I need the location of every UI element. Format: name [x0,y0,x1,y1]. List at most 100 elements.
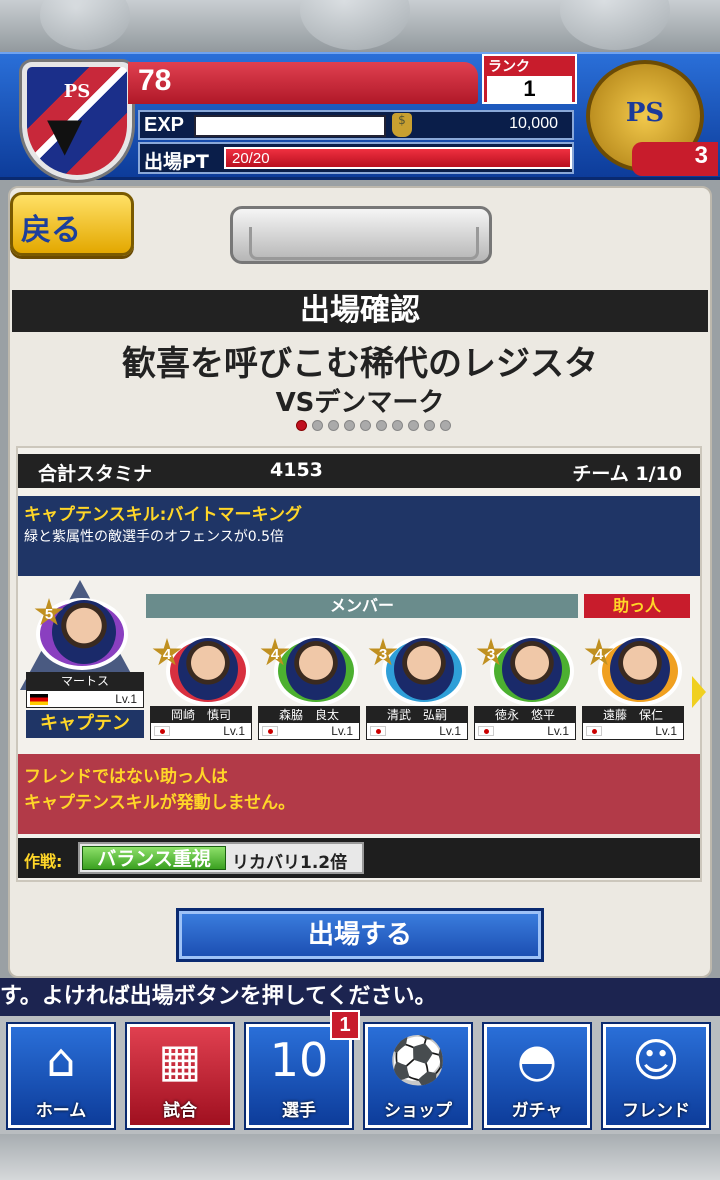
nav-field-button[interactable]: ▦ 試合 [127,1024,233,1128]
ball-icon: ⚽ [389,1033,447,1087]
japan-flag-icon [586,726,602,736]
crest-text: PS [63,81,91,102]
rank-value: 1 [487,76,572,102]
exp-label: EXP [144,114,185,136]
pt-label: 出場PT [144,151,209,173]
warning-line1: フレンドではない助っ人は [24,767,228,787]
page-title-bar: 出場確認 [12,290,708,332]
member-portrait [178,638,238,700]
message-ticker: す。よければ出場ボタンを押してください。 [0,978,720,1016]
pager-dot[interactable] [312,420,323,431]
page-title: 出場確認 [300,293,420,328]
start-match-button[interactable]: 出場する [176,908,544,962]
status-header: PS ▼ 78 ランク 1 EXP $ 10,000 出場PT 20/20 PS… [0,52,720,180]
bottom-background [0,1134,720,1180]
quest-title: 歓喜を呼びこむ稀代のレジスタ [122,344,598,384]
member-lv: Lv.1 [655,724,677,738]
nav-label: 選手 [282,1101,316,1121]
pager-dot[interactable] [296,420,307,431]
warning-box: フレンドではない助っ人は キャプテンスキルが発動しません。 [18,754,700,834]
stamina-label: 合計スタミナ [38,463,153,485]
captain-skill-box: キャプテンスキル:バイトマーキング 緑と紫属性の敵選手のオフェンスが0.5倍 [18,496,700,576]
stamina-value: 4153 [270,459,323,481]
japan-flag-icon [478,726,494,736]
member-lv: Lv.1 [439,724,461,738]
member-portrait [502,638,562,700]
clipboard-clip [230,206,492,264]
japan-flag-icon [262,726,278,736]
bottom-nav: ⌂ ホーム ▦ 試合 10 選手 ⚽ ショップ ◓ ガチャ ☺ フレンド [0,1016,720,1134]
pager-dot[interactable] [360,420,371,431]
captain-level: Lv.1 [26,690,144,708]
pager-dot[interactable] [344,420,355,431]
nav-label: 試合 [163,1101,197,1121]
nav-label: フレンド [622,1101,690,1121]
nav-label: ホーム [35,1101,87,1121]
tactic-bar[interactable]: 作戦: バランス重視 リカバリ1.2倍 [18,838,700,878]
team-level: 78 [138,64,172,97]
pager-dot[interactable] [328,420,339,431]
pager-dot[interactable] [376,420,387,431]
level-bar: 78 [128,62,478,104]
nav-home-button[interactable]: ⌂ ホーム [8,1024,114,1128]
pt-bar: 20/20 [224,147,572,169]
jersey-icon: 10 [269,1033,329,1087]
friends-icon: ☺ [632,1033,680,1087]
money-bag-icon: $ [392,113,412,137]
nav-friends-button[interactable]: ☺ フレンド [603,1024,709,1128]
pager-dot[interactable] [392,420,403,431]
notification-badge: 1 [330,1010,360,1040]
warning-line2: キャプテンスキルが発動しません。 [24,793,296,813]
rank-box: ランク 1 [482,54,577,104]
captain-name: マートス [26,672,144,690]
gacha-icon: ◓ [516,1033,558,1087]
back-button[interactable]: 戻る [10,192,134,256]
germany-flag-icon [30,694,48,705]
member-level: Lv.1 [366,722,468,740]
back-label: 戻る [21,213,81,248]
japan-flag-icon [370,726,386,736]
member-portrait [394,638,454,700]
member-level: Lv.1 [150,722,252,740]
member-level: Lv.1 [582,722,684,740]
medal-count: 3 [632,142,718,176]
scroll-right-arrow-icon[interactable] [692,676,706,708]
tactic-label: 作戦: [24,852,63,871]
pager-dot[interactable] [408,420,419,431]
stamina-bar: 合計スタミナ 4153 チーム 1/10 [18,454,700,488]
member-portrait [286,638,346,700]
nav-ball-button[interactable]: ⚽ ショップ [365,1024,471,1128]
team-index: チーム 1/10 [572,463,682,485]
exp-row: EXP $ 10,000 [138,110,574,140]
tactic-effect: リカバリ1.2倍 [232,853,348,873]
member-lv: Lv.1 [331,724,353,738]
pager-dot[interactable] [440,420,451,431]
skill-desc: 緑と紫属性の敵選手のオフェンスが0.5倍 [24,529,284,545]
eagle-icon: ▼ [47,107,83,161]
skill-name: キャプテンスキル:バイトマーキング [24,505,302,525]
japan-flag-icon [154,726,170,736]
pt-value: 20/20 [232,150,270,167]
team-crest[interactable]: PS ▼ [22,62,132,180]
nav-gacha-button[interactable]: ◓ ガチャ [484,1024,590,1128]
member-lv: Lv.1 [547,724,569,738]
pager-dots[interactable] [296,420,451,434]
captain-label: キャプテン [26,710,144,738]
opponent-title: VSデンマーク [275,388,445,418]
home-icon: ⌂ [46,1033,76,1087]
members-header: メンバー [146,594,578,618]
member-level: Lv.1 [258,722,360,740]
pt-row: 出場PT 20/20 [138,142,574,174]
rank-label: ランク [488,59,530,75]
money-value: 10,000 [509,115,558,132]
nav-label: ガチャ [511,1101,563,1121]
tactic-name: バランス重視 [82,846,226,870]
member-portrait [610,638,670,700]
member-level: Lv.1 [474,722,576,740]
helper-header: 助っ人 [584,594,690,618]
medal-text: PS [625,98,665,128]
field-icon: ▦ [158,1033,202,1087]
exp-bar [194,115,386,137]
member-lv: Lv.1 [223,724,245,738]
pager-dot[interactable] [424,420,435,431]
